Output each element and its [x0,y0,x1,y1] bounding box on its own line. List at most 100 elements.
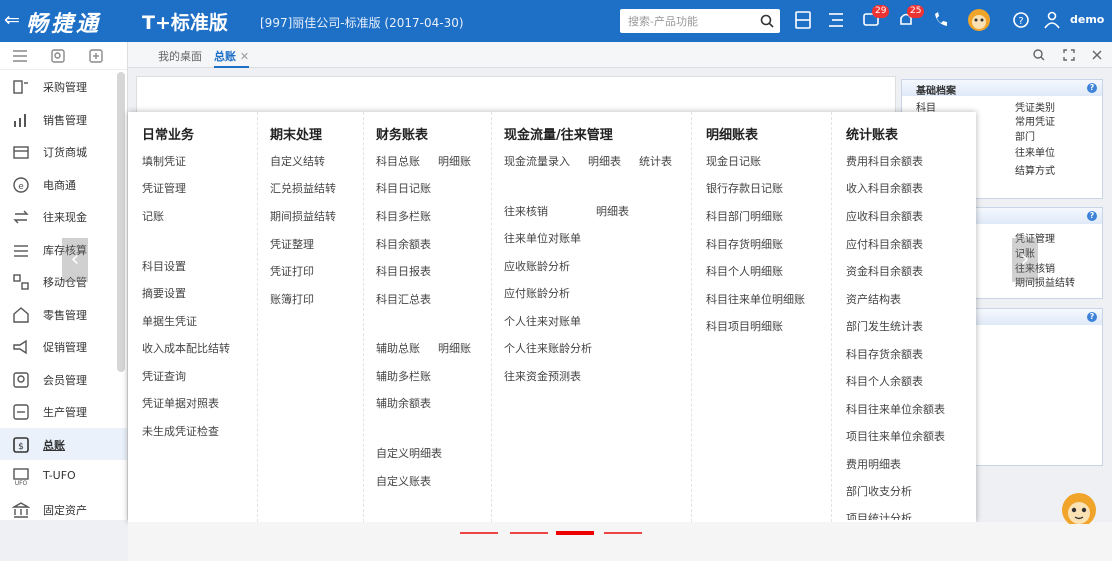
menu-item[interactable]: 填制凭证 [142,153,186,169]
sidebar-item-order-mall[interactable]: 订货商城 [0,135,127,168]
page-indicator-active[interactable] [556,531,594,535]
menu-item[interactable]: 期间损益结转 [270,208,336,224]
sidebar-item-cash[interactable]: 往来现金 [0,200,127,233]
search-menu-icon[interactable] [50,48,66,64]
menu-item[interactable]: 摘要设置 [142,285,186,301]
carousel-next-arrow[interactable]: › [1012,238,1038,282]
menu-item[interactable]: 科目项目明细账 [706,318,783,334]
menu-item[interactable]: 科目日报表 [376,263,431,279]
menu-item[interactable]: 应收账龄分析 [504,258,570,274]
menu-item[interactable]: 汇兑损益结转 [270,180,336,196]
menu-item[interactable]: 统计表 [639,153,672,169]
monkey-mascot-icon[interactable] [1054,488,1104,524]
page-indicator[interactable] [510,532,548,534]
tab-my-desktop[interactable]: 我的桌面 [158,48,202,64]
menu-item[interactable]: 科目总账 [376,153,420,169]
page-indicator[interactable] [604,532,642,534]
menu-item[interactable]: 费用科目余额表 [846,153,923,169]
fullscreen-icon[interactable] [1062,48,1076,62]
menu-item[interactable]: 凭证打印 [270,263,314,279]
carousel-prev-arrow[interactable]: ‹ [62,238,88,282]
menu-item[interactable]: 现金流量录入 [504,153,570,169]
add-favorite-icon[interactable] [88,48,104,64]
menu-item[interactable]: 应付账龄分析 [504,285,570,301]
menu-item[interactable]: 费用明细表 [846,456,901,472]
back-arrow-icon[interactable]: ⇐ [4,9,20,31]
menu-item[interactable]: 科目汇总表 [376,291,431,307]
sidebar-item-production[interactable]: 生产管理 [0,395,127,428]
menu-item[interactable]: 科目往来单位明细账 [706,291,805,307]
archive-link[interactable]: 凭证类别 [1015,99,1055,114]
menu-item[interactable]: 科目个人明细账 [706,263,783,279]
task-list-icon[interactable] [827,10,845,30]
menu-item[interactable]: 自定义明细表 [376,445,442,461]
tab-search-icon[interactable] [1032,48,1046,62]
menu-item[interactable]: 科目个人余额表 [846,373,923,389]
tab-ledger[interactable]: 总账 ✕ [214,48,250,68]
menu-item[interactable]: 凭证管理 [142,180,186,196]
menu-item[interactable]: 资金科目余额表 [846,263,923,279]
page-indicator[interactable] [460,532,498,534]
sidebar-item-purchase[interactable]: 采购管理 [0,70,127,103]
help-icon[interactable]: ? [1012,10,1030,30]
sidebar-item-retail[interactable]: 零售管理 [0,298,127,331]
search-input[interactable]: 搜索-产品功能 [620,9,780,33]
notification-bell-icon[interactable]: 25 [897,5,925,30]
menu-item[interactable]: 往来核销 [504,203,548,219]
monkey-assistant-icon[interactable] [966,6,992,34]
close-tab-icon[interactable]: ✕ [240,50,249,63]
menu-item[interactable]: 个人往来账龄分析 [504,340,592,356]
archive-link[interactable]: 结算方式 [1015,162,1055,177]
help-icon[interactable]: ? [1087,211,1097,221]
search-icon[interactable] [760,14,774,28]
menu-item[interactable]: 科目存货余额表 [846,346,923,362]
menu-item[interactable]: 明细表 [588,153,621,169]
menu-item[interactable]: 资产结构表 [846,291,901,307]
menu-item[interactable]: 部门发生统计表 [846,318,923,334]
menu-item[interactable]: 凭证查询 [142,368,186,384]
menu-item[interactable]: 银行存款日记账 [706,180,783,196]
sidebar-item-ecommerce[interactable]: e 电商通 [0,168,127,201]
menu-item[interactable]: 账簿打印 [270,291,314,307]
help-icon[interactable]: ? [1087,83,1097,93]
menu-item[interactable]: 科目日记账 [376,180,431,196]
archive-link[interactable]: 往来单位 [1015,144,1055,159]
menu-item[interactable]: 记账 [142,208,164,224]
menu-item[interactable]: 明细账 [438,153,471,169]
company-info[interactable]: [997]丽佳公司-标准版 (2017-04-30) [260,14,464,31]
menu-item[interactable]: 科目存货明细账 [706,236,783,252]
menu-item[interactable]: 往来资金预测表 [504,368,581,384]
menu-item[interactable]: 自定义账表 [376,473,431,489]
menu-icon[interactable] [12,49,28,63]
menu-item[interactable]: 应付科目余额表 [846,236,923,252]
help-icon[interactable]: ? [1087,312,1097,322]
menu-item[interactable]: 往来单位对账单 [504,230,581,246]
close-all-icon[interactable] [1090,48,1104,62]
menu-item[interactable]: 辅助多栏账 [376,368,431,384]
phone-icon[interactable] [932,10,950,30]
menu-item[interactable]: 现金日记账 [706,153,761,169]
menu-item[interactable]: 科目部门明细账 [706,208,783,224]
menu-item[interactable]: 项目统计分析 [846,510,912,520]
menu-item[interactable]: 凭证整理 [270,236,314,252]
calculator-icon[interactable] [794,10,812,30]
menu-item[interactable]: 应收科目余额表 [846,208,923,224]
menu-item[interactable]: 收入科目余额表 [846,180,923,196]
menu-item[interactable]: 辅助总账 [376,340,420,356]
sidebar-item-member[interactable]: 会员管理 [0,363,127,396]
user-icon[interactable] [1043,10,1061,30]
menu-item[interactable]: 科目多栏账 [376,208,431,224]
archive-link[interactable]: 常用凭证 [1015,113,1055,128]
message-icon[interactable]: 29 [862,5,890,30]
menu-item[interactable]: 科目设置 [142,258,186,274]
menu-item[interactable]: 明细账 [438,340,471,356]
menu-item[interactable]: 未生成凭证检查 [142,423,219,439]
archive-link[interactable]: 部门 [1015,128,1035,143]
sidebar-item-fixed-asset[interactable]: 固定资产 [0,493,127,526]
menu-item[interactable]: 个人往来对账单 [504,313,581,329]
menu-item[interactable]: 科目余额表 [376,236,431,252]
menu-item[interactable]: 凭证单据对照表 [142,395,219,411]
menu-item[interactable]: 项目往来单位余额表 [846,428,945,444]
menu-item[interactable]: 自定义结转 [270,153,325,169]
menu-item[interactable]: 单据生凭证 [142,313,197,329]
